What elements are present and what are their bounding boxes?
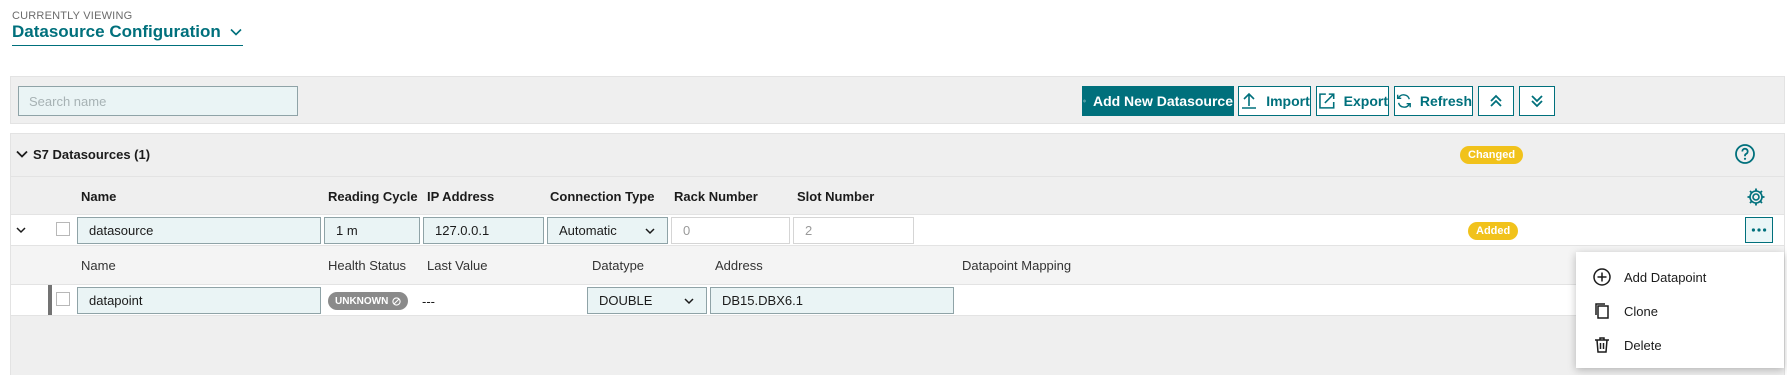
column-header-datatype: Datatype <box>592 258 645 273</box>
datasource-table-header: Name Reading Cycle IP Address Connection… <box>11 176 1784 214</box>
export-icon <box>1319 93 1335 109</box>
chevron-down-icon[interactable] <box>15 224 27 236</box>
menu-item-label: Add Datapoint <box>1624 269 1707 285</box>
datatype-value: DOUBLE <box>599 293 653 308</box>
column-header-slot-number: Slot Number <box>797 189 875 204</box>
menu-item-clone[interactable]: Clone <box>1576 294 1784 328</box>
datasource-row: datasource 1 m 127.0.0.1 Automatic 0 2 A… <box>11 214 1784 246</box>
slot-number-field[interactable]: 2 <box>793 217 914 244</box>
export-label: Export <box>1343 93 1388 109</box>
column-header-rack-number: Rack Number <box>674 189 758 204</box>
unknown-status-icon <box>392 296 401 306</box>
menu-item-add-datapoint[interactable]: Add Datapoint <box>1576 260 1784 294</box>
gear-icon[interactable] <box>1746 187 1766 207</box>
column-header-reading-cycle: Reading Cycle <box>328 189 418 204</box>
column-header-last-value: Last Value <box>427 258 488 273</box>
upload-icon <box>1242 92 1257 109</box>
column-header-connection-type: Connection Type <box>550 189 655 204</box>
collapse-all-button[interactable] <box>1478 86 1514 116</box>
column-header-address: Address <box>715 258 763 273</box>
double-chevron-up-icon <box>1490 94 1502 107</box>
address-field[interactable]: DB15.DBX6.1 <box>710 287 954 314</box>
last-value-text: --- <box>422 294 435 309</box>
help-icon[interactable] <box>1734 143 1756 165</box>
column-header-health-status: Health Status <box>328 258 407 273</box>
health-status-text: UNKNOWN <box>335 295 389 307</box>
menu-item-label: Clone <box>1624 303 1658 319</box>
section-header[interactable]: S7 Datasources (1) Changed <box>11 134 1784 176</box>
rack-number-field[interactable]: 0 <box>671 217 790 244</box>
import-button[interactable]: Import <box>1238 86 1311 116</box>
health-status-badge: UNKNOWN <box>328 292 409 310</box>
double-chevron-down-icon <box>1531 95 1543 108</box>
changed-badge: Changed <box>1460 146 1524 164</box>
chevron-down-icon <box>645 227 655 234</box>
toolbar: Add New Datasource Import Export Refresh <box>10 76 1785 124</box>
expand-all-button[interactable] <box>1519 86 1555 116</box>
add-new-datasource-button[interactable]: Add New Datasource <box>1082 86 1234 116</box>
refresh-label: Refresh <box>1419 93 1472 109</box>
section-title: S7 Datasources (1) <box>33 147 151 162</box>
menu-item-label: Delete <box>1624 337 1662 353</box>
datapoint-row: datapoint UNKNOWN --- DOUBLE DB15.DBX6.1 <box>11 284 1784 316</box>
more-horizontal-icon <box>1751 228 1767 232</box>
column-header-name: Name <box>81 189 117 204</box>
column-header-ip-address: IP Address <box>427 189 495 204</box>
connection-type-value: Automatic <box>559 223 617 238</box>
datatype-select[interactable]: DOUBLE <box>587 287 707 314</box>
chevron-down-icon[interactable] <box>15 147 29 161</box>
trash-icon <box>1595 337 1609 353</box>
chevron-down-icon <box>230 28 242 36</box>
copy-icon <box>1595 303 1609 319</box>
row-indicator <box>48 285 52 315</box>
more-options-menu: Add Datapoint Clone Delete <box>1576 252 1784 368</box>
reading-cycle-field[interactable]: 1 m <box>324 217 420 244</box>
more-options-button[interactable] <box>1745 217 1773 243</box>
chevron-down-icon <box>684 297 694 304</box>
column-header-datapoint-mapping: Datapoint Mapping <box>962 258 1072 273</box>
datapoint-name-field[interactable]: datapoint <box>77 287 321 314</box>
export-button[interactable]: Export <box>1316 86 1389 116</box>
datapoint-checkbox[interactable] <box>56 292 70 306</box>
column-header-datapoint-name: Name <box>81 258 116 273</box>
s7-datasources-section: S7 Datasources (1) Changed Name Reading … <box>10 133 1785 375</box>
refresh-icon <box>1396 94 1411 108</box>
search-input[interactable] <box>18 86 298 116</box>
datasource-checkbox[interactable] <box>56 222 70 236</box>
ip-address-field[interactable]: 127.0.0.1 <box>423 217 544 244</box>
page-title: Datasource Configuration <box>12 22 221 41</box>
connection-type-select[interactable]: Automatic <box>547 217 668 244</box>
add-new-datasource-label: Add New Datasource <box>1092 93 1233 109</box>
added-badge: Added <box>1468 222 1519 240</box>
refresh-button[interactable]: Refresh <box>1394 86 1473 116</box>
view-selector[interactable]: Datasource Configuration <box>12 22 243 46</box>
menu-item-delete[interactable]: Delete <box>1576 328 1784 362</box>
datasource-name-field[interactable]: datasource <box>77 217 321 244</box>
currently-viewing-label: CURRENTLY VIEWING <box>12 10 133 22</box>
datapoint-table-header: Name Health Status Last Value Datatype A… <box>11 246 1784 284</box>
import-label: Import <box>1266 93 1310 109</box>
plus-circle-icon <box>1593 268 1611 286</box>
plus-circle-icon <box>1083 99 1086 103</box>
